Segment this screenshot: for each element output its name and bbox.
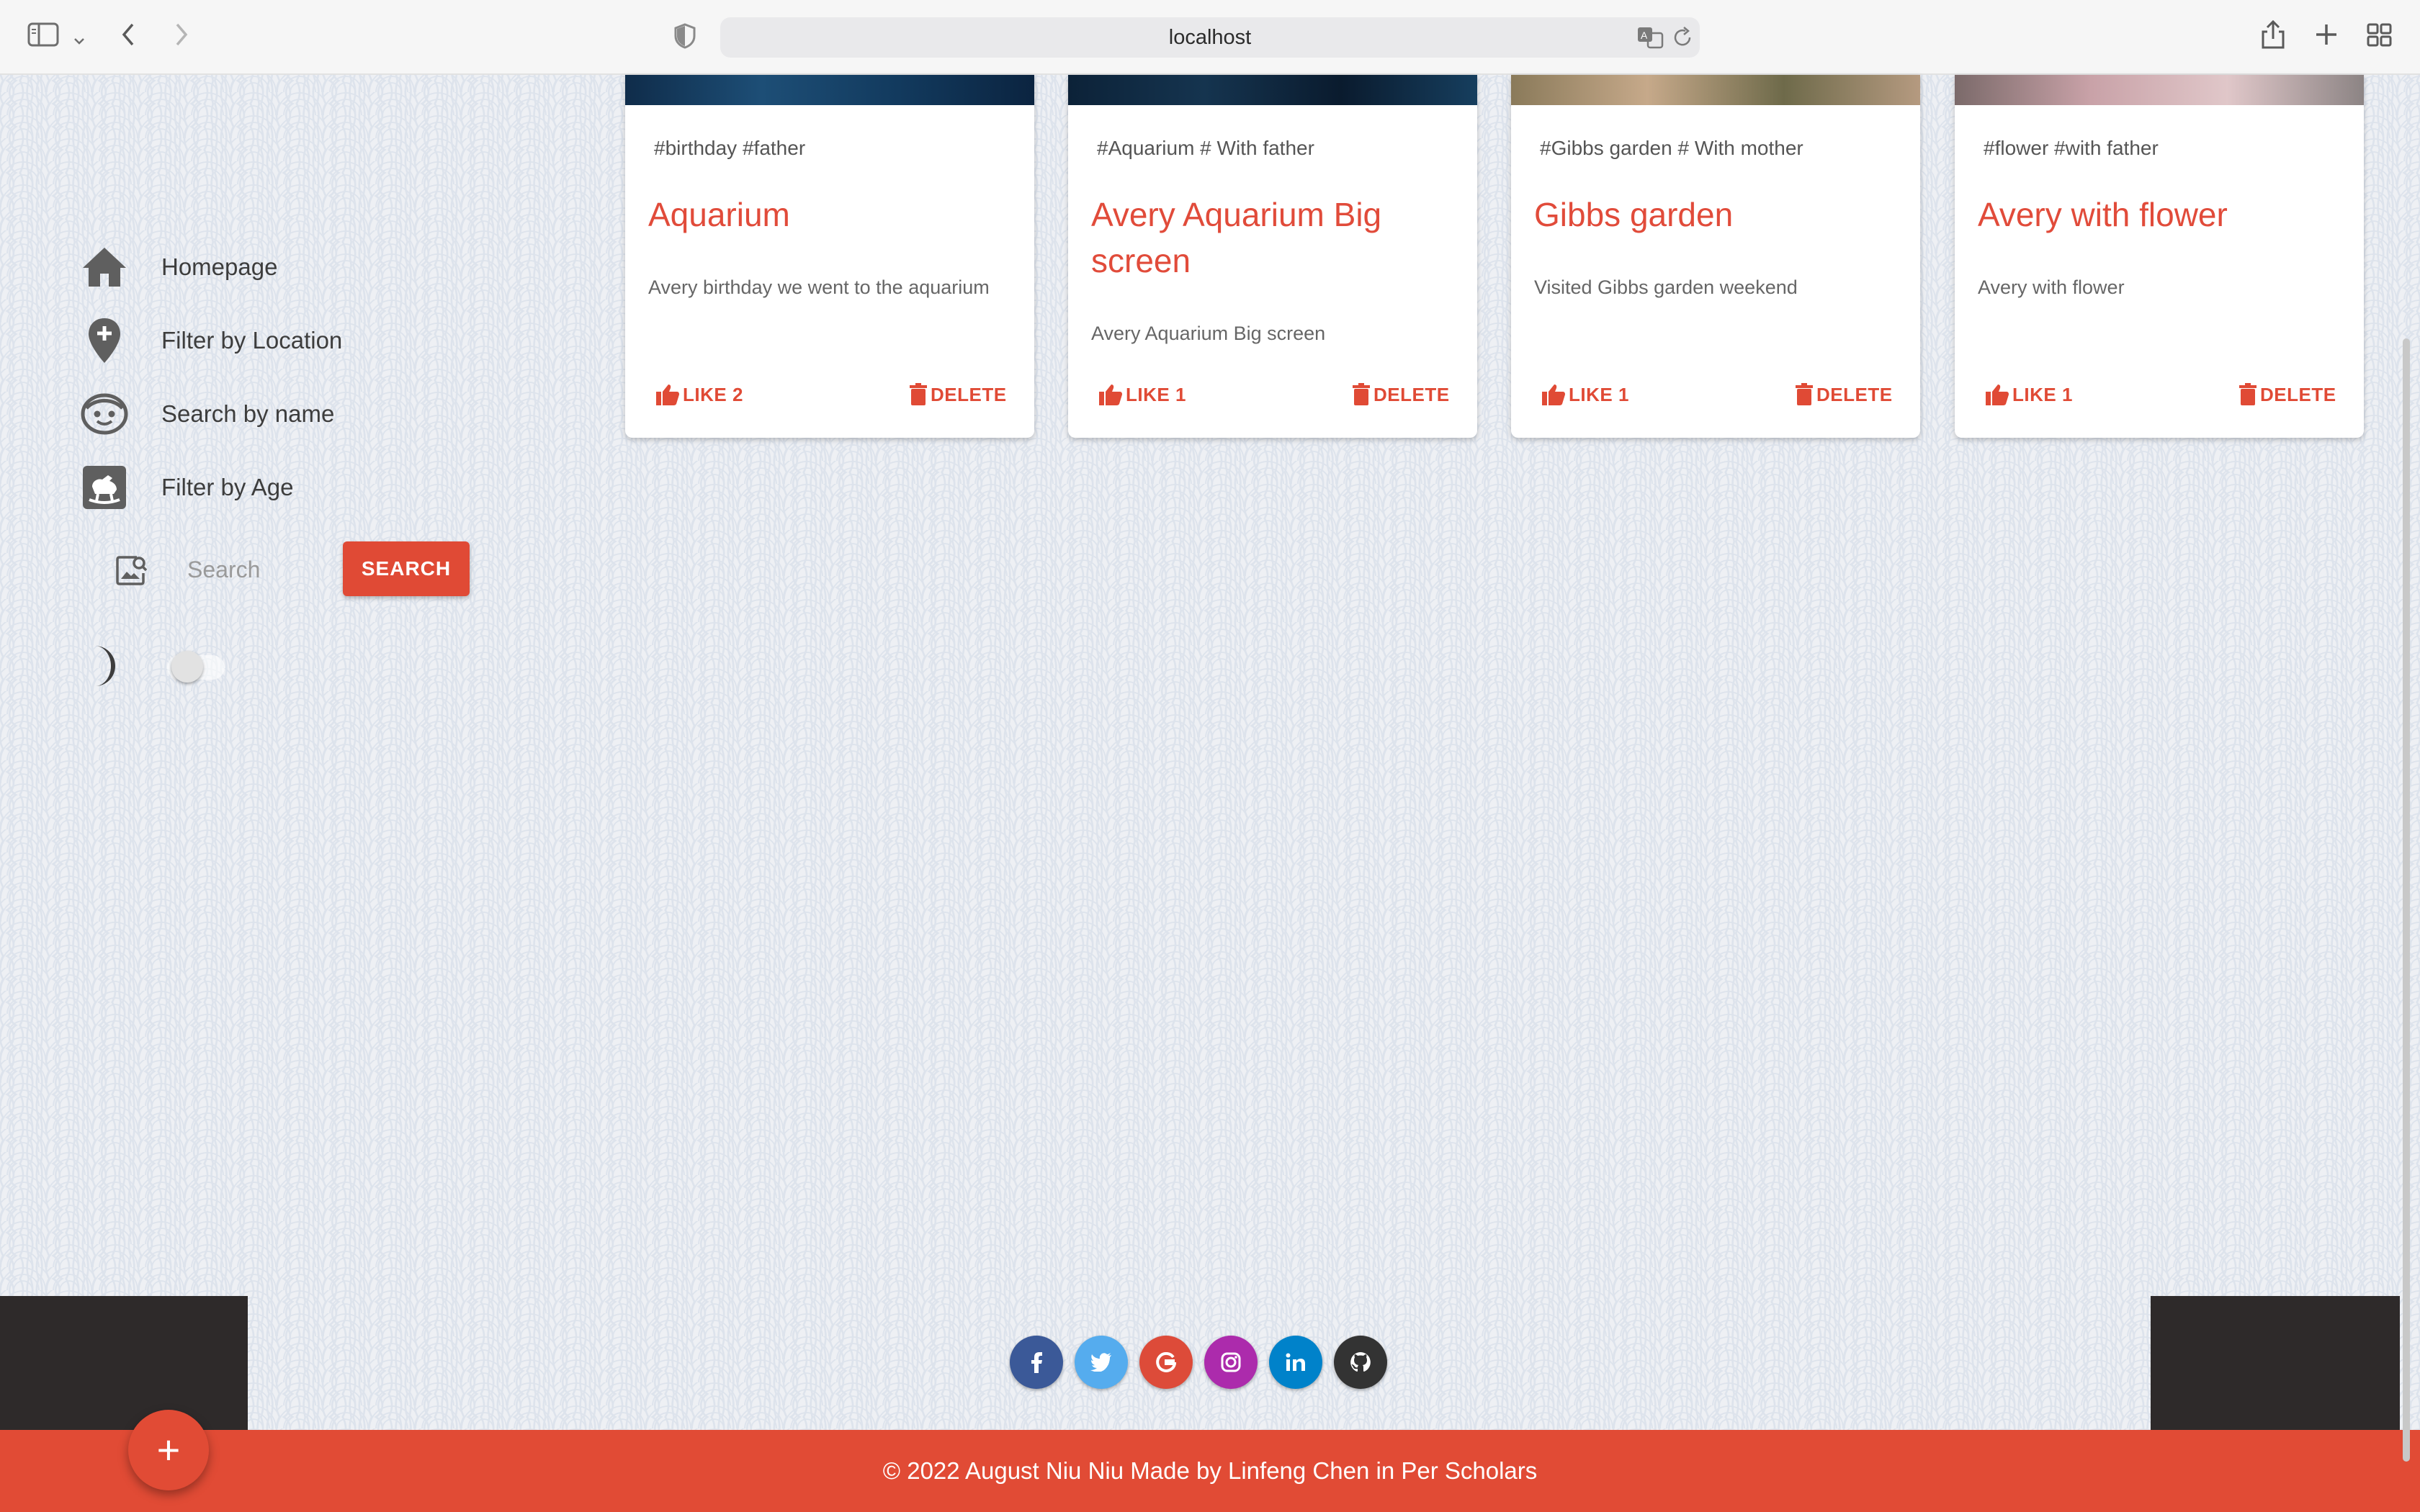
url-text: localhost <box>1168 26 1252 49</box>
trash-icon <box>1796 383 1813 405</box>
sidebar-item-filter-age[interactable]: Filter by Age <box>79 459 293 516</box>
photo-card: #flower #with father Avery with flower A… <box>1955 75 2364 438</box>
card-image[interactable] <box>1955 75 2364 105</box>
rocking-horse-icon <box>79 465 130 510</box>
reload-icon[interactable] <box>1672 24 1694 55</box>
card-image[interactable] <box>1511 75 1920 105</box>
sidebar-item-homepage[interactable]: Homepage <box>79 238 277 296</box>
linkedin-icon[interactable] <box>1269 1336 1322 1389</box>
card-tags: #birthday #father <box>654 137 806 159</box>
sidebar-item-search-name[interactable]: Search by name <box>79 385 334 443</box>
card-description: Avery Aquarium Big screen <box>1091 323 1326 344</box>
photo-card: #Gibbs garden # With mother Gibbs garden… <box>1511 75 1920 438</box>
card-image[interactable] <box>1068 75 1477 105</box>
image-search-icon <box>115 554 148 590</box>
delete-label: DELETE <box>931 383 1007 405</box>
privacy-shield-icon[interactable] <box>674 23 696 54</box>
page-scrollbar[interactable] <box>2403 338 2410 1462</box>
card-title: Avery with flower <box>1978 196 2228 233</box>
like-label: LIKE 1 <box>1126 383 1186 405</box>
dark-mode-toggle-knob[interactable] <box>171 651 203 683</box>
like-label: LIKE 1 <box>1569 383 1629 405</box>
card-title: Aquarium <box>648 196 790 233</box>
twitter-icon[interactable] <box>1075 1336 1128 1389</box>
home-icon <box>79 246 130 288</box>
search-button[interactable]: SEARCH <box>343 541 470 596</box>
card-image[interactable] <box>625 75 1034 105</box>
card-description: Visited Gibbs garden weekend <box>1534 276 1798 298</box>
instagram-icon[interactable] <box>1204 1336 1258 1389</box>
delete-button[interactable]: DELETE <box>1795 383 1893 406</box>
add-photo-fab[interactable]: + <box>128 1410 209 1490</box>
like-button[interactable]: LIKE 1 <box>1541 383 1629 406</box>
sidebar-item-label: Homepage <box>161 253 278 280</box>
delete-label: DELETE <box>1816 383 1893 405</box>
card-description: Avery birthday we went to the aquarium <box>648 276 990 298</box>
footer-bar: © 2022 August Niu Niu Made by Linfeng Ch… <box>0 1430 2420 1512</box>
like-label: LIKE 2 <box>683 383 743 405</box>
back-icon[interactable] <box>120 22 137 53</box>
browser-toolbar: localhost A <box>0 0 2420 75</box>
sidebar-item-label: Filter by Age <box>161 474 294 500</box>
like-label: LIKE 1 <box>2012 383 2073 405</box>
forward-icon[interactable] <box>173 22 190 53</box>
delete-button[interactable]: DELETE <box>2238 383 2336 406</box>
footer-dark-block-right <box>2151 1296 2400 1430</box>
svg-text:A: A <box>1641 30 1648 41</box>
sidebar-item-label: Search by name <box>161 400 335 427</box>
github-icon[interactable] <box>1334 1336 1387 1389</box>
card-title: Avery Aquarium Big screen <box>1091 196 1382 279</box>
trash-icon <box>910 383 927 405</box>
new-tab-icon[interactable] <box>2313 22 2339 53</box>
like-button[interactable]: LIKE 1 <box>1098 383 1186 406</box>
google-icon[interactable] <box>1139 1336 1193 1389</box>
footer-dark-block-left <box>0 1296 248 1430</box>
like-button[interactable]: LIKE 2 <box>655 383 743 406</box>
chevron-down-icon[interactable] <box>72 24 86 53</box>
thumb-up-icon <box>1986 384 2009 405</box>
photo-card: #Aquarium # With father Avery Aquarium B… <box>1068 75 1477 438</box>
card-description: Avery with flower <box>1978 276 2125 298</box>
sidebar-item-label: Filter by Location <box>161 327 343 354</box>
face-icon <box>79 392 130 436</box>
sidebar-item-filter-location[interactable]: Filter by Location <box>79 312 342 369</box>
moon-icon <box>85 644 124 691</box>
footer-copyright: © 2022 August Niu Niu Made by Linfeng Ch… <box>882 1457 1538 1484</box>
delete-button[interactable]: DELETE <box>909 383 1007 406</box>
card-tags: #Aquarium # With father <box>1097 137 1314 159</box>
card-tags: #Gibbs garden # With mother <box>1540 137 1803 159</box>
tab-overview-icon[interactable] <box>2367 23 2393 53</box>
address-bar[interactable]: localhost A <box>720 17 1700 58</box>
search-input[interactable] <box>186 549 333 590</box>
thumb-up-icon <box>1099 384 1122 405</box>
location-pin-plus-icon <box>79 317 130 364</box>
delete-label: DELETE <box>2260 383 2336 405</box>
share-icon[interactable] <box>2260 19 2286 55</box>
thumb-up-icon <box>656 384 679 405</box>
like-button[interactable]: LIKE 1 <box>1985 383 2073 406</box>
photo-card: #birthday #father Aquarium Avery birthda… <box>625 75 1034 438</box>
trash-icon <box>2239 383 2257 405</box>
facebook-icon[interactable] <box>1010 1336 1063 1389</box>
translate-icon[interactable]: A <box>1636 24 1665 55</box>
delete-label: DELETE <box>1373 383 1450 405</box>
thumb-up-icon <box>1542 384 1565 405</box>
card-title: Gibbs garden <box>1534 196 1734 233</box>
trash-icon <box>1353 383 1370 405</box>
card-tags: #flower #with father <box>1984 137 2159 159</box>
delete-button[interactable]: DELETE <box>1352 383 1450 406</box>
sidebar-toggle-icon[interactable] <box>27 22 59 53</box>
